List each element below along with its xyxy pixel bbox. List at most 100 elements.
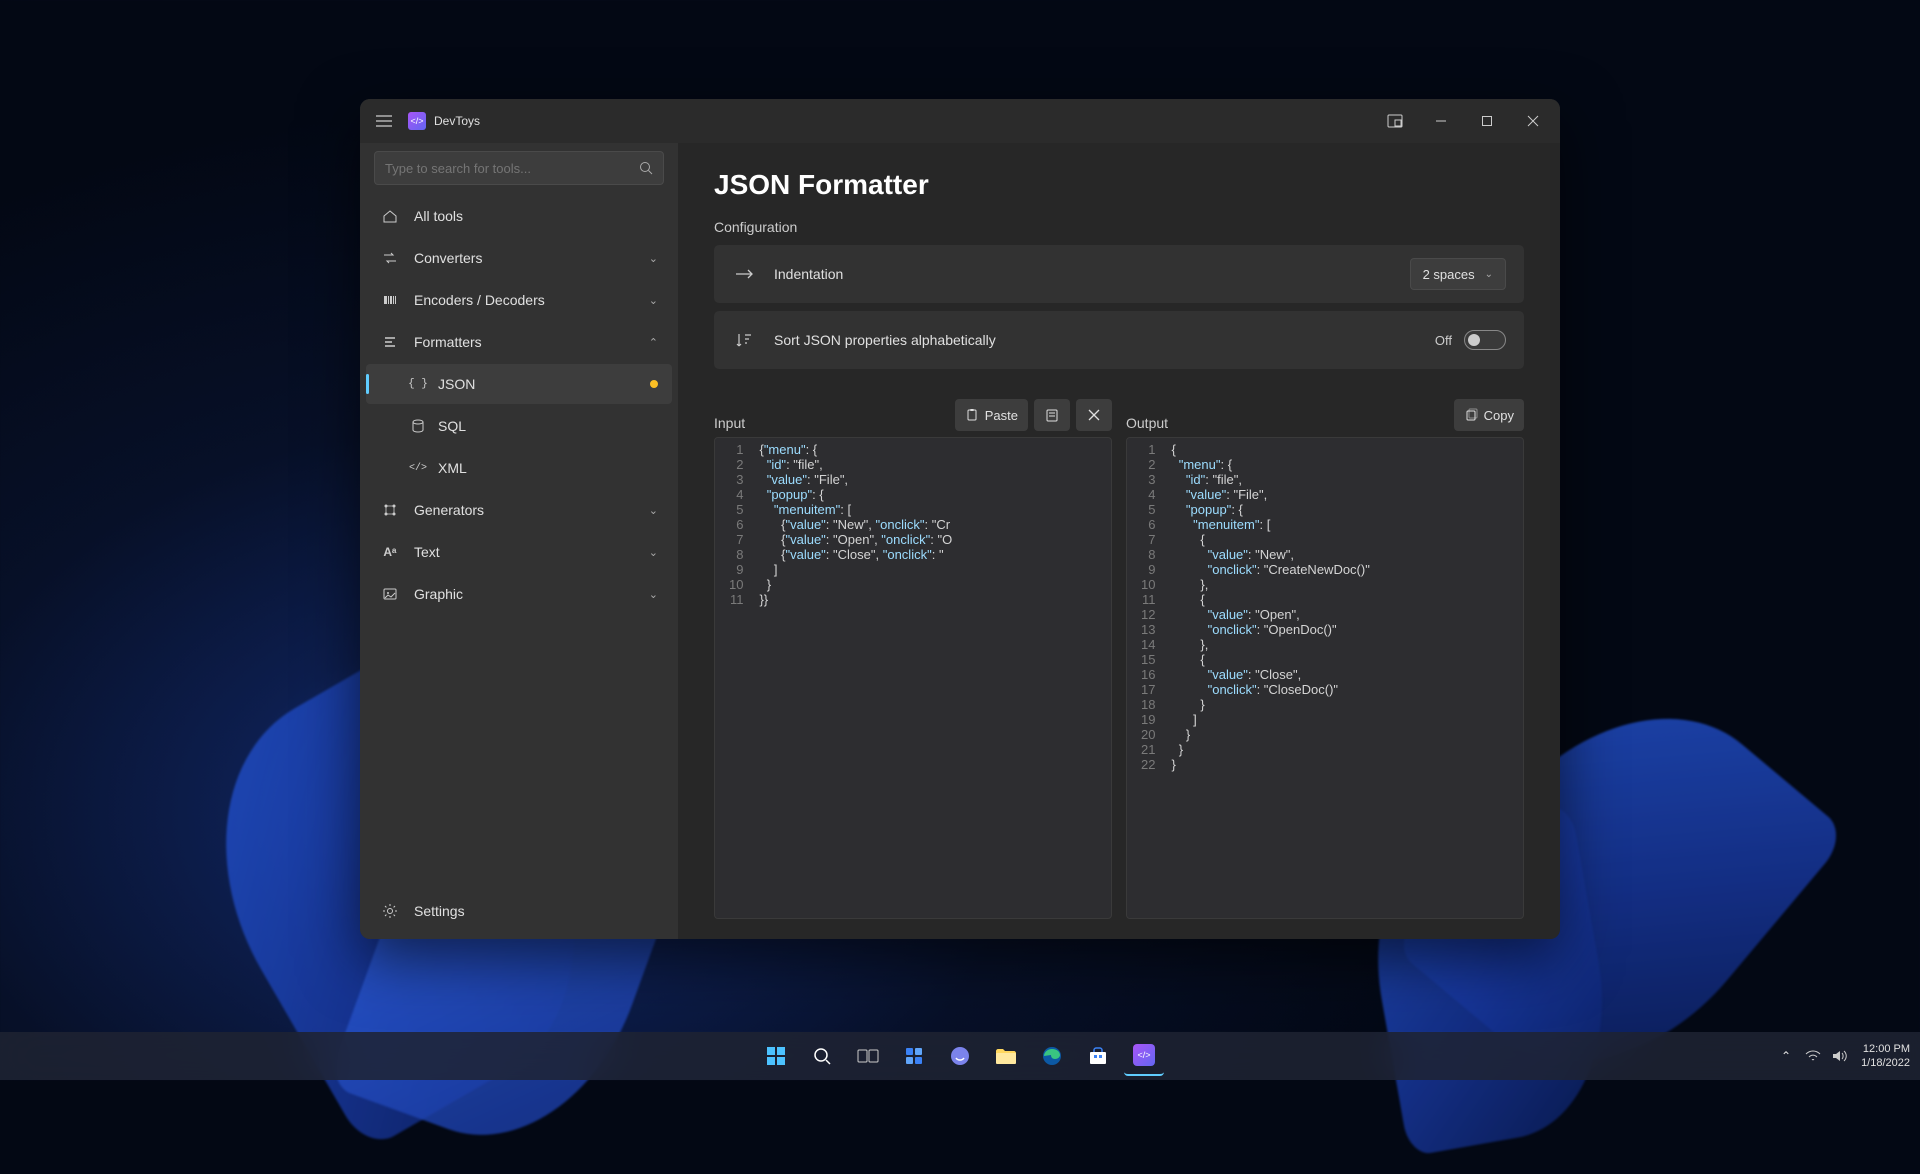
hamburger-button[interactable] — [364, 101, 404, 141]
input-editor[interactable]: 1234567891011 {"menu": { "id": "file", "… — [714, 437, 1112, 919]
sort-icon — [732, 331, 756, 349]
nav-graphic[interactable]: Graphic ⌄ — [366, 574, 672, 614]
nav-formatters-json[interactable]: { } JSON — [366, 364, 672, 404]
chevron-down-icon: ⌄ — [649, 546, 658, 559]
nav-label: Formatters — [414, 334, 482, 350]
open-file-button[interactable] — [1034, 399, 1070, 431]
indentation-label: Indentation — [774, 266, 1410, 282]
nav-formatters[interactable]: Formatters ⌃ — [366, 322, 672, 362]
sort-toggle[interactable] — [1464, 330, 1506, 350]
nav-label: Text — [414, 544, 440, 560]
nav-converters[interactable]: Converters ⌄ — [366, 238, 672, 278]
nav-formatters-xml[interactable]: </> XML — [366, 448, 672, 488]
chevron-down-icon: ⌄ — [649, 504, 658, 517]
start-button[interactable] — [756, 1036, 796, 1076]
nav-label: Generators — [414, 502, 484, 518]
devtoys-button[interactable]: </> — [1124, 1036, 1164, 1076]
encoders-icon — [380, 292, 400, 308]
chevron-down-icon: ⌄ — [649, 588, 658, 601]
search-input[interactable] — [385, 161, 639, 176]
input-label: Input — [714, 415, 745, 431]
chevron-down-icon: ⌄ — [649, 252, 658, 265]
nav-label: XML — [438, 460, 467, 476]
taskbar: </> ⌃ 12:00 PM 1/18/2022 — [0, 1032, 1920, 1080]
main-content: JSON Formatter Configuration Indentation… — [678, 143, 1560, 939]
sidebar: All tools Converters ⌄ Encoders / Decode… — [360, 143, 678, 939]
volume-icon[interactable] — [1831, 1049, 1847, 1063]
input-gutter: 1234567891011 — [715, 438, 751, 918]
tray-chevron-icon[interactable]: ⌃ — [1781, 1049, 1791, 1063]
toggle-state-label: Off — [1435, 333, 1452, 348]
sql-icon — [408, 419, 428, 433]
generators-icon — [380, 502, 400, 518]
dropdown-value: 2 spaces — [1423, 267, 1475, 282]
nav-generators[interactable]: Generators ⌄ — [366, 490, 672, 530]
nav-label: JSON — [438, 376, 475, 392]
app-window: </> DevToys All tools — [360, 99, 1560, 939]
sort-label: Sort JSON properties alphabetically — [774, 332, 1435, 348]
graphic-icon — [380, 586, 400, 602]
search-box[interactable] — [374, 151, 664, 185]
system-tray: ⌃ 12:00 PM 1/18/2022 — [1781, 1042, 1910, 1071]
store-button[interactable] — [1078, 1036, 1118, 1076]
nav-label: Converters — [414, 250, 482, 266]
indentation-card: Indentation 2 spaces ⌄ — [714, 245, 1524, 303]
gear-icon — [380, 903, 400, 919]
nav-label: SQL — [438, 418, 466, 434]
highlight-badge — [650, 380, 658, 388]
nav-text[interactable]: Aᵃ Text ⌄ — [366, 532, 672, 572]
nav-label: Encoders / Decoders — [414, 292, 545, 308]
home-icon — [380, 208, 400, 224]
indentation-dropdown[interactable]: 2 spaces ⌄ — [1410, 258, 1506, 290]
output-label: Output — [1126, 415, 1168, 431]
chat-button[interactable] — [940, 1036, 980, 1076]
nav-formatters-sql[interactable]: SQL — [366, 406, 672, 446]
indentation-icon — [732, 266, 756, 282]
explorer-button[interactable] — [986, 1036, 1026, 1076]
nav-all-tools[interactable]: All tools — [366, 196, 672, 236]
widgets-button[interactable] — [894, 1036, 934, 1076]
edge-button[interactable] — [1032, 1036, 1072, 1076]
output-editor[interactable]: 12345678910111213141516171819202122 { "m… — [1126, 437, 1524, 919]
nav-label: Settings — [414, 903, 465, 919]
chevron-up-icon: ⌃ — [649, 336, 658, 349]
compact-overlay-button[interactable] — [1372, 101, 1418, 141]
input-code[interactable]: {"menu": { "id": "file", "value": "File"… — [751, 438, 1111, 918]
output-column: Output Copy 1234567891011121314151617181… — [1126, 395, 1524, 919]
copy-label: Copy — [1484, 408, 1514, 423]
chevron-down-icon: ⌄ — [649, 294, 658, 307]
task-view-button[interactable] — [848, 1036, 888, 1076]
clear-button[interactable] — [1076, 399, 1112, 431]
search-icon — [639, 161, 653, 175]
copy-button[interactable]: Copy — [1454, 399, 1524, 431]
text-icon: Aᵃ — [380, 545, 400, 559]
nav-encoders[interactable]: Encoders / Decoders ⌄ — [366, 280, 672, 320]
output-code: { "menu": { "id": "file", "value": "File… — [1163, 438, 1523, 918]
close-button[interactable] — [1510, 101, 1556, 141]
paste-button[interactable]: Paste — [955, 399, 1028, 431]
search-button[interactable] — [802, 1036, 842, 1076]
nav-label: All tools — [414, 208, 463, 224]
paste-label: Paste — [985, 408, 1018, 423]
input-column: Input Paste — [714, 395, 1112, 919]
maximize-button[interactable] — [1464, 101, 1510, 141]
output-gutter: 12345678910111213141516171819202122 — [1127, 438, 1163, 918]
xml-icon: </> — [408, 463, 428, 474]
configuration-label: Configuration — [714, 219, 1524, 235]
app-title: DevToys — [434, 114, 480, 128]
wifi-icon[interactable] — [1805, 1049, 1821, 1063]
time: 12:00 PM — [1861, 1042, 1910, 1056]
json-icon: { } — [408, 378, 428, 390]
page-title: JSON Formatter — [714, 169, 1524, 201]
clock[interactable]: 12:00 PM 1/18/2022 — [1861, 1042, 1910, 1071]
formatters-icon — [380, 334, 400, 350]
nav-label: Graphic — [414, 586, 463, 602]
titlebar: </> DevToys — [360, 99, 1560, 143]
sort-card: Sort JSON properties alphabetically Off — [714, 311, 1524, 369]
converters-icon — [380, 250, 400, 266]
minimize-button[interactable] — [1418, 101, 1464, 141]
date: 1/18/2022 — [1861, 1056, 1910, 1070]
nav-settings[interactable]: Settings — [366, 891, 672, 931]
app-icon: </> — [408, 112, 426, 130]
chevron-down-icon: ⌄ — [1485, 269, 1493, 280]
